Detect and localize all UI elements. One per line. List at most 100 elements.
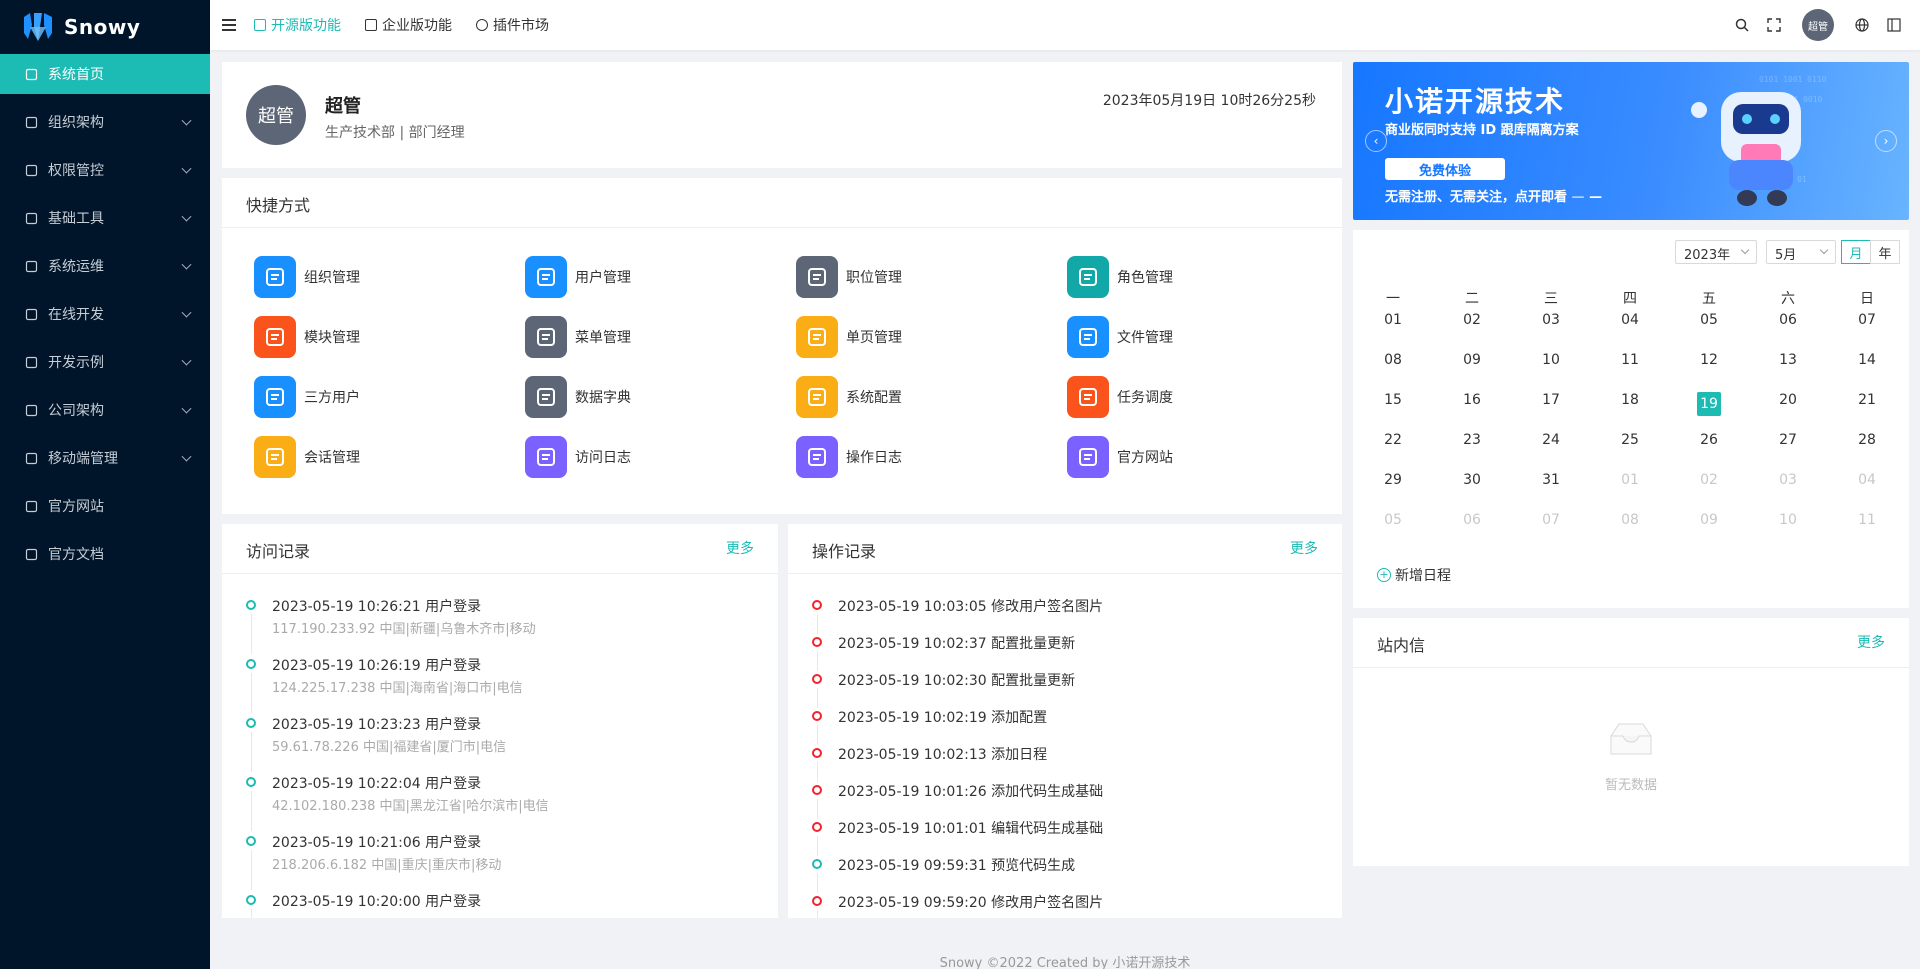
shortcut-item[interactable]: 数据字典 [525, 376, 775, 418]
sidebar-item-10[interactable]: 官方文档 [0, 530, 210, 578]
calendar-day[interactable]: 18 [1590, 392, 1670, 408]
more-link[interactable]: 更多 [1290, 538, 1318, 558]
sidebar-item-label: 系统首页 [48, 67, 104, 83]
calendar-day[interactable]: 21 [1827, 392, 1907, 408]
shortcut-item[interactable]: 模块管理 [254, 316, 504, 358]
gear-icon [796, 376, 838, 418]
shortcut-item[interactable]: 访问日志 [525, 436, 775, 478]
tab-plugin-market[interactable]: 插件市场 [476, 15, 549, 35]
calendar-day[interactable]: 02 [1669, 472, 1749, 488]
user-avatar[interactable]: 超管 [1802, 9, 1834, 41]
shortcut-item[interactable]: 任务调度 [1067, 376, 1317, 418]
sidebar-item-9[interactable]: 官方网站 [0, 482, 210, 530]
sidebar-item-5[interactable]: 在线开发 [0, 290, 210, 338]
tab-enterprise[interactable]: 企业版功能 [365, 15, 452, 35]
shortcut-item[interactable]: 官方网站 [1067, 436, 1317, 478]
layout-icon[interactable] [1886, 17, 1902, 33]
calendar-day[interactable]: 02 [1432, 312, 1512, 328]
calendar-day[interactable]: 04 [1827, 472, 1907, 488]
shortcut-item[interactable]: 组织管理 [254, 256, 504, 298]
calendar-day[interactable]: 06 [1748, 312, 1828, 328]
weekday-label: 二 [1465, 291, 1479, 307]
shortcut-item[interactable]: 职位管理 [796, 256, 1046, 298]
shortcut-item[interactable]: 系统配置 [796, 376, 1046, 418]
calendar-day[interactable]: 11 [1590, 352, 1670, 368]
free-trial-button[interactable]: 免费体验 [1385, 158, 1505, 180]
shortcut-item[interactable]: 角色管理 [1067, 256, 1317, 298]
promo-banner[interactable]: 0101 1001 0110 1101 0010 0011 1010 01 小诺… [1353, 62, 1909, 220]
tool-icon [24, 211, 38, 225]
more-link[interactable]: 更多 [726, 538, 754, 558]
calendar-day[interactable]: 29 [1353, 472, 1433, 488]
calendar-day[interactable]: 19 [1669, 392, 1749, 416]
calendar-day[interactable]: 06 [1432, 512, 1512, 528]
sidebar-item-0[interactable]: 系统首页 [0, 54, 210, 94]
calendar-day[interactable]: 31 [1511, 472, 1591, 488]
calendar-day[interactable]: 15 [1353, 392, 1433, 408]
shortcut-item[interactable]: 单页管理 [796, 316, 1046, 358]
mode-year-button[interactable]: 年 [1870, 240, 1900, 264]
calendar-day[interactable]: 27 [1748, 432, 1828, 448]
calendar-day[interactable]: 01 [1353, 312, 1433, 328]
globe-icon[interactable] [1854, 17, 1870, 33]
calendar-day[interactable]: 08 [1353, 352, 1433, 368]
sidebar-item-1[interactable]: 组织架构 [0, 98, 210, 146]
sidebar-item-8[interactable]: 移动端管理 [0, 434, 210, 482]
calendar-day[interactable]: 11 [1827, 512, 1907, 528]
calendar-day[interactable]: 03 [1748, 472, 1828, 488]
search-icon[interactable] [1734, 17, 1750, 33]
calendar-day[interactable]: 09 [1669, 512, 1749, 528]
month-select[interactable]: 5月 [1766, 240, 1836, 264]
sidebar-item-4[interactable]: 系统运维 [0, 242, 210, 290]
calendar-day[interactable]: 10 [1511, 352, 1591, 368]
calendar-day[interactable]: 30 [1432, 472, 1512, 488]
shortcut-item[interactable]: 会话管理 [254, 436, 504, 478]
calendar-day[interactable]: 22 [1353, 432, 1433, 448]
calendar-day[interactable]: 13 [1748, 352, 1828, 368]
timeline-line [250, 614, 252, 654]
calendar-day[interactable]: 01 [1590, 472, 1670, 488]
calendar-day[interactable]: 14 [1827, 352, 1907, 368]
calendar-day-number: 07 [1858, 312, 1876, 328]
calendar-day[interactable]: 09 [1432, 352, 1512, 368]
prev-arrow-icon[interactable]: ‹ [1365, 130, 1387, 152]
shortcut-item[interactable]: 菜单管理 [525, 316, 775, 358]
calendar-day[interactable]: 05 [1353, 512, 1433, 528]
sidebar-item-2[interactable]: 权限管控 [0, 146, 210, 194]
next-arrow-icon[interactable]: › [1875, 130, 1897, 152]
brand-logo[interactable]: Snowy [0, 0, 210, 54]
shortcut-item[interactable]: 用户管理 [525, 256, 775, 298]
shortcut-item[interactable]: 操作日志 [796, 436, 1046, 478]
more-link[interactable]: 更多 [1857, 632, 1885, 652]
timeline-line [250, 909, 252, 918]
calendar-day[interactable]: 12 [1669, 352, 1749, 368]
calendar-day[interactable]: 20 [1748, 392, 1828, 408]
calendar-day[interactable]: 07 [1827, 312, 1907, 328]
shortcut-item[interactable]: 三方用户 [254, 376, 504, 418]
timeline-dot [812, 896, 822, 906]
fullscreen-icon[interactable] [1766, 17, 1782, 33]
calendar-day[interactable]: 05 [1669, 312, 1749, 328]
add-schedule-button[interactable]: + 新增日程 [1377, 565, 1451, 585]
tab-opensource[interactable]: 开源版功能 [254, 15, 341, 35]
calendar-day[interactable]: 25 [1590, 432, 1670, 448]
calendar-day[interactable]: 17 [1511, 392, 1591, 408]
menu-toggle-icon[interactable] [222, 19, 236, 31]
sidebar-item-3[interactable]: 基础工具 [0, 194, 210, 242]
year-select[interactable]: 2023年 [1675, 240, 1757, 264]
calendar-day[interactable]: 16 [1432, 392, 1512, 408]
calendar-day[interactable]: 10 [1748, 512, 1828, 528]
mode-month-button[interactable]: 月 [1841, 240, 1871, 264]
calendar-day[interactable]: 08 [1590, 512, 1670, 528]
calendar-day[interactable]: 23 [1432, 432, 1512, 448]
sidebar-item-7[interactable]: 公司架构 [0, 386, 210, 434]
calendar-day[interactable]: 04 [1590, 312, 1670, 328]
calendar-day-number: 01 [1621, 472, 1639, 488]
shortcut-item[interactable]: 文件管理 [1067, 316, 1317, 358]
sidebar-item-6[interactable]: 开发示例 [0, 338, 210, 386]
calendar-day[interactable]: 26 [1669, 432, 1749, 448]
calendar-day[interactable]: 03 [1511, 312, 1591, 328]
calendar-day[interactable]: 24 [1511, 432, 1591, 448]
calendar-day[interactable]: 28 [1827, 432, 1907, 448]
calendar-day[interactable]: 07 [1511, 512, 1591, 528]
